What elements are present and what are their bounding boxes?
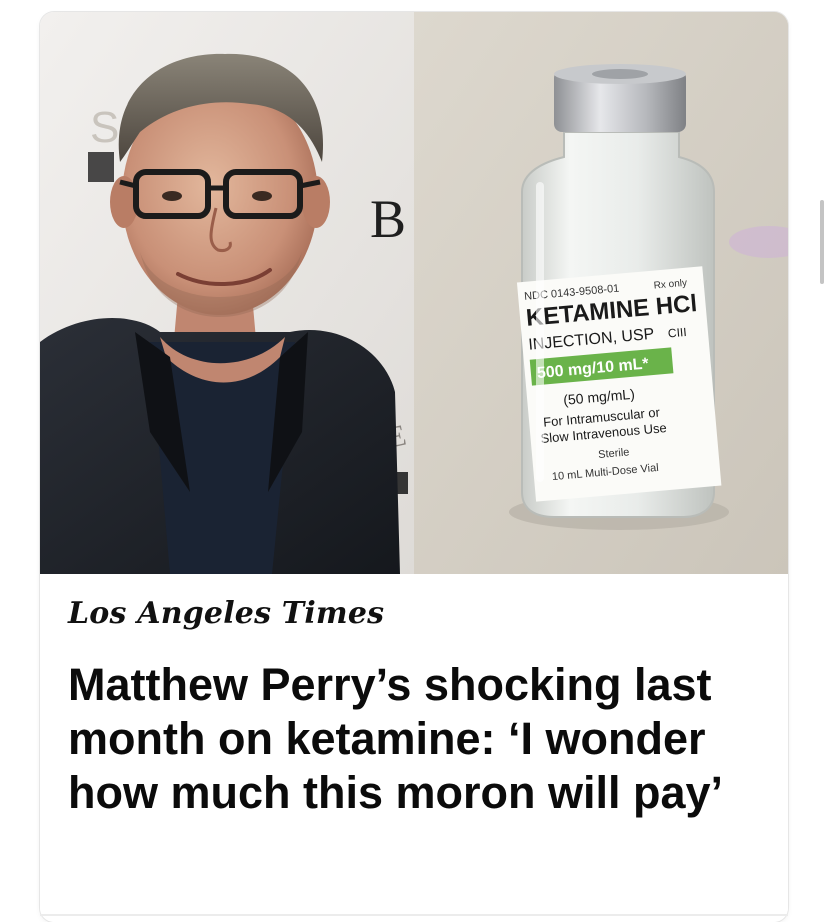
news-card[interactable]: S B RE: [40, 12, 788, 922]
article-headline[interactable]: Matthew Perry’s shocking last month on k…: [68, 658, 768, 820]
publication-masthead[interactable]: Los Angeles Times: [68, 596, 384, 631]
vial-illustration: NDC 0143-9508-01 Rx only KETAMINE HCl IN…: [414, 12, 788, 574]
article-content: Los Angeles Times Matthew Perry’s shocki…: [40, 574, 788, 922]
man-portrait-illustration: S B RE: [40, 12, 414, 574]
scrollbar[interactable]: [820, 200, 824, 284]
ketamine-vial-photo: NDC 0143-9508-01 Rx only KETAMINE HCl IN…: [414, 12, 788, 574]
backdrop-letter-b: B: [370, 189, 406, 249]
photo-row: S B RE: [40, 12, 788, 574]
vial-schedule: CIII: [667, 325, 687, 341]
card-divider: [40, 914, 788, 916]
backdrop-letter-s: S: [90, 103, 119, 152]
man-portrait-photo: S B RE: [40, 12, 414, 574]
screen: S B RE: [0, 0, 828, 922]
